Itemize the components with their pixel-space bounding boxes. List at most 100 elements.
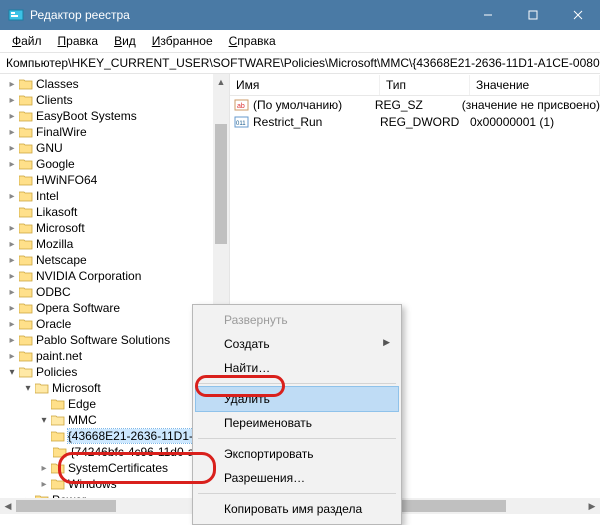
menu-help[interactable]: Справка xyxy=(221,32,284,50)
expand-toggle-icon[interactable]: ▸ xyxy=(6,255,18,266)
folder-icon xyxy=(19,334,33,346)
tree-node[interactable]: ▸ GNU xyxy=(2,140,213,156)
tree-node[interactable]: ▸Google xyxy=(2,156,213,172)
context-menu-item[interactable]: Создать▶ xyxy=(196,332,398,356)
tree-node[interactable]: ▸Netscape xyxy=(2,252,213,268)
tree-node[interactable]: ▸Classes xyxy=(2,76,213,92)
scrollbar-thumb[interactable] xyxy=(16,500,116,512)
scroll-right-icon[interactable]: ▶ xyxy=(584,498,600,514)
column-name[interactable]: Имя xyxy=(230,75,380,95)
menu-edit[interactable]: Правка xyxy=(50,32,107,50)
folder-icon xyxy=(19,270,33,282)
context-menu-item[interactable]: Найти… xyxy=(196,356,398,380)
tree-node-label: GNU xyxy=(36,141,63,155)
tree-node[interactable]: ▸Opera Software xyxy=(2,300,213,316)
expand-toggle-icon[interactable]: ▸ xyxy=(6,303,18,314)
expand-toggle-icon[interactable]: ▸ xyxy=(6,223,18,234)
expand-toggle-icon[interactable]: ▸ xyxy=(6,127,18,138)
expand-toggle-icon[interactable]: ▸ xyxy=(6,239,18,250)
tree-node[interactable]: ▸ODBC xyxy=(2,284,213,300)
context-menu-label: Удалить xyxy=(224,392,270,406)
expand-toggle-icon[interactable]: ▸ xyxy=(6,191,18,202)
context-menu-item[interactable]: Экспортировать xyxy=(196,442,398,466)
context-menu-item[interactable]: Разрешения… xyxy=(196,466,398,490)
address-bar[interactable]: Компьютер\HKEY_CURRENT_USER\SOFTWARE\Pol… xyxy=(0,53,600,74)
tree-node[interactable]: ▾MMC xyxy=(2,412,213,428)
column-type[interactable]: Тип xyxy=(380,75,470,95)
tree-node-label: Oracle xyxy=(36,317,71,331)
expand-toggle-icon[interactable]: ▸ xyxy=(6,79,18,90)
expand-toggle-icon[interactable]: ▸ xyxy=(6,335,18,346)
context-menu-label: Переименовать xyxy=(224,416,312,430)
folder-icon xyxy=(51,462,65,474)
scroll-left-icon[interactable]: ◀ xyxy=(0,498,16,514)
close-button[interactable] xyxy=(555,0,600,30)
tree-node[interactable]: ▸paint.net xyxy=(2,348,213,364)
tree-node-label: Clients xyxy=(36,93,73,107)
expand-toggle-icon[interactable]: ▸ xyxy=(6,287,18,298)
context-menu-label: Создать xyxy=(224,337,270,351)
tree-node[interactable]: ▸ Mozilla xyxy=(2,236,213,252)
expand-toggle-icon[interactable]: ▾ xyxy=(22,383,34,394)
expand-toggle-icon[interactable]: ▸ xyxy=(38,479,50,490)
tree-node[interactable]: ▸Intel xyxy=(2,188,213,204)
menu-favorites[interactable]: Избранное xyxy=(144,32,221,50)
minimize-button[interactable] xyxy=(465,0,510,30)
context-menu-item[interactable]: Удалить xyxy=(196,387,398,411)
folder-icon xyxy=(19,254,33,266)
scrollbar-thumb[interactable] xyxy=(215,124,227,244)
expand-toggle-icon[interactable]: ▸ xyxy=(38,463,50,474)
expand-toggle-icon[interactable]: ▾ xyxy=(6,367,18,378)
tree-node[interactable]: Edge xyxy=(2,396,213,412)
tree-node[interactable]: {74246bfc-4c96-11d0-ab… xyxy=(2,444,213,460)
folder-icon xyxy=(19,158,33,170)
tree-node[interactable]: ▸NVIDIA Corporation xyxy=(2,268,213,284)
context-menu-item[interactable]: Переименовать xyxy=(196,411,398,435)
expand-toggle-icon[interactable]: ▸ xyxy=(6,95,18,106)
title-bar: Редактор реестра xyxy=(0,0,600,30)
tree-scrollbar-horizontal[interactable]: ◀ ▶ xyxy=(0,498,213,514)
tree-node[interactable]: ▸ EasyBoot Systems xyxy=(2,108,213,124)
maximize-button[interactable] xyxy=(510,0,555,30)
tree-node[interactable]: ▾ Microsoft xyxy=(2,380,213,396)
value-row[interactable]: 011Restrict_RunREG_DWORD0x00000001 (1) xyxy=(230,113,600,130)
folder-icon xyxy=(19,110,33,122)
tree-node-label: Microsoft xyxy=(52,381,101,395)
tree-node[interactable]: ▸Pablo Software Solutions xyxy=(2,332,213,348)
tree-node[interactable]: ▸ Clients xyxy=(2,92,213,108)
tree-node[interactable]: ▸Windows xyxy=(2,476,213,492)
context-menu-label: Экспортировать xyxy=(224,447,314,461)
expand-toggle-icon[interactable]: ▾ xyxy=(38,415,50,426)
menu-view[interactable]: Вид xyxy=(106,32,144,50)
tree-node[interactable]: {43668E21-2636-11D1-A… xyxy=(2,428,213,444)
expand-toggle-icon[interactable]: ▸ xyxy=(6,319,18,330)
tree-node[interactable]: ▸Microsoft xyxy=(2,220,213,236)
tree-node[interactable]: Likasoft xyxy=(2,204,213,220)
binary-value-icon: 011 xyxy=(234,115,250,129)
folder-icon xyxy=(19,126,33,138)
folder-icon xyxy=(19,238,33,250)
tree-node[interactable]: ▸SystemCertificates xyxy=(2,460,213,476)
expand-toggle-icon[interactable]: ▸ xyxy=(6,143,18,154)
context-menu-item[interactable]: Копировать имя раздела xyxy=(196,497,398,521)
column-data[interactable]: Значение xyxy=(470,75,600,95)
expand-toggle-icon[interactable]: ▸ xyxy=(6,111,18,122)
value-type: REG_DWORD xyxy=(380,115,470,129)
folder-icon xyxy=(19,318,33,330)
tree-node[interactable]: ▾Policies xyxy=(2,364,213,380)
scroll-up-icon[interactable]: ▲ xyxy=(213,74,229,90)
expand-toggle-icon[interactable]: ▸ xyxy=(6,351,18,362)
expand-toggle-icon[interactable]: ▸ xyxy=(6,159,18,170)
tree-node[interactable]: ▸FinalWire xyxy=(2,124,213,140)
tree-node-label: EasyBoot Systems xyxy=(36,109,137,123)
menu-bar: Файл Правка Вид Избранное Справка xyxy=(0,30,600,53)
tree-node-label: HWiNFO64 xyxy=(36,173,97,187)
tree-node-label: Mozilla xyxy=(36,237,73,251)
value-row[interactable]: ab(По умолчанию)REG_SZ(значение не присв… xyxy=(230,96,600,113)
expand-toggle-icon[interactable]: ▸ xyxy=(6,271,18,282)
tree-node[interactable]: ▸ Oracle xyxy=(2,316,213,332)
context-menu-separator xyxy=(198,383,396,384)
menu-file[interactable]: Файл xyxy=(4,32,50,50)
tree-node[interactable]: HWiNFO64 xyxy=(2,172,213,188)
value-data: 0x00000001 (1) xyxy=(470,115,600,129)
